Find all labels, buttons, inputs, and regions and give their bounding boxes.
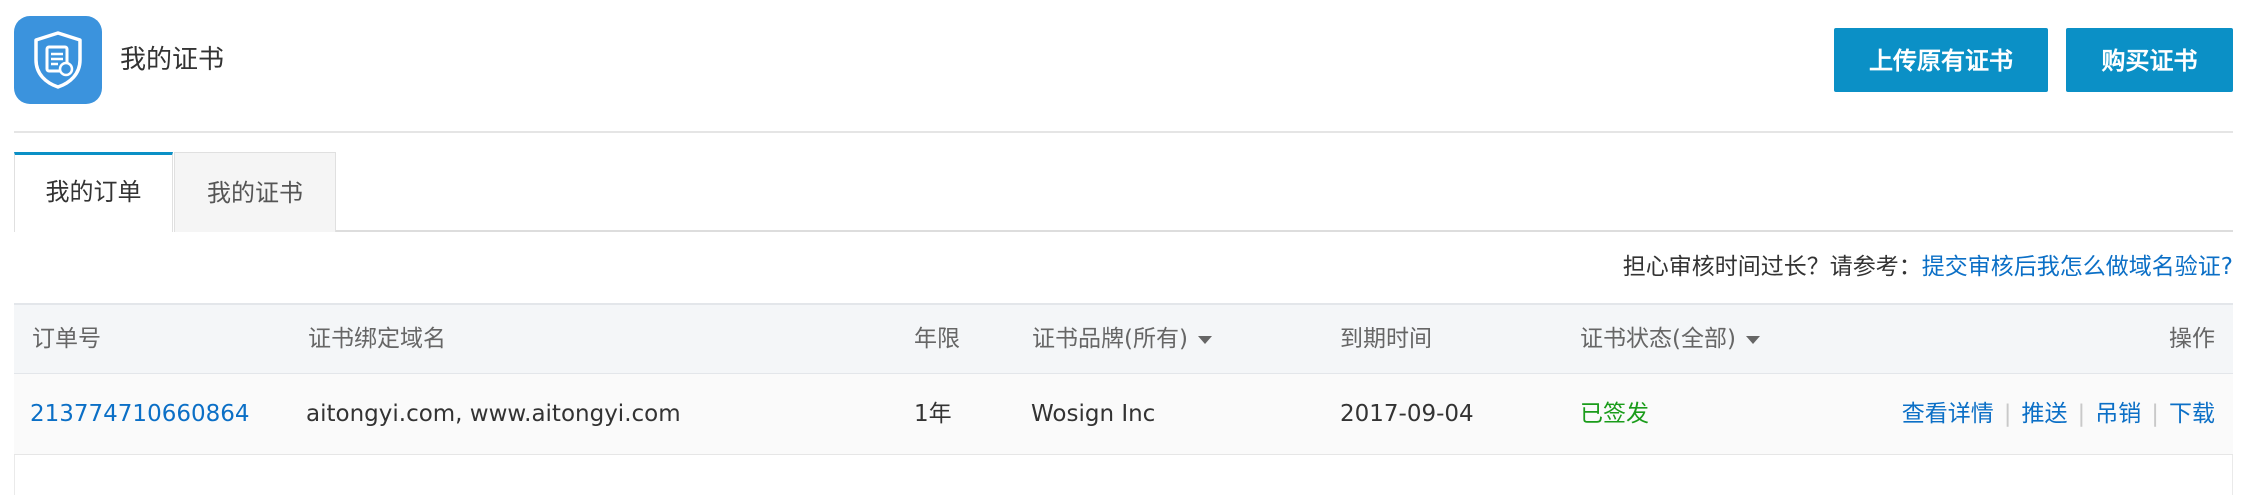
bound-domain: aitongyi.com, www.aitongyi.com [306,401,681,427]
help-question: 担心审核时间过长？请参考： [1622,254,1922,280]
table-row: 213774710660864 aitongyi.com, www.aitong… [14,374,2233,455]
status-badge: 已签发 [1580,401,1649,427]
column-brand-label: 证书品牌(所有) [1032,326,1188,352]
caret-down-icon [1745,335,1760,344]
column-domain: 证书绑定域名 [308,326,446,352]
column-order-no: 订单号 [32,326,101,352]
tab-divider [336,230,2233,232]
action-separator: | [2003,401,2012,427]
page-title: 我的证书 [120,45,225,75]
view-details-link[interactable]: 查看详情 [1902,401,1994,427]
action-separator: | [2077,401,2086,427]
column-status-filter[interactable]: 证书状态(全部) [1580,305,1760,373]
expiry-date: 2017-09-04 [1340,401,1474,427]
orders-table: 订单号 证书绑定域名 年限 证书品牌(所有) 到期时间 证书状态(全部) 操作 … [14,303,2233,495]
domain-verification-help-link[interactable]: 提交审核后我怎么做域名验证? [1922,254,2233,280]
action-separator: | [2151,401,2159,427]
download-link[interactable]: 下载 [2169,401,2215,427]
table-header: 订单号 证书绑定域名 年限 证书品牌(所有) 到期时间 证书状态(全部) 操作 [14,303,2233,374]
buy-certificate-button[interactable]: 购买证书 [2066,28,2233,92]
column-status-label: 证书状态(全部) [1580,326,1736,352]
help-line: 担心审核时间过长？请参考：提交审核后我怎么做域名验证? [1623,252,2233,282]
caret-down-icon [1197,335,1212,344]
column-ops: 操作 [2169,326,2215,352]
brand: Wosign Inc [1031,401,1156,427]
upload-certificate-button[interactable]: 上传原有证书 [1834,28,2048,92]
table-empty-area [14,455,2233,495]
page-header: 我的证书 上传原有证书 购买证书 [14,16,2233,110]
header-divider [14,131,2233,133]
column-expiry: 到期时间 [1340,326,1432,352]
term: 1年 [914,401,952,427]
column-brand-filter[interactable]: 证书品牌(所有) [1032,305,1212,373]
order-number-link[interactable]: 213774710660864 [30,374,250,454]
push-link[interactable]: 推送 [2022,401,2068,427]
row-actions: 查看详情 | 推送 | 吊销 | 下载 [1902,374,2215,454]
tab-my-certificates[interactable]: 我的证书 [174,152,336,232]
tab-my-orders[interactable]: 我的订单 [14,152,173,232]
revoke-link[interactable]: 吊销 [2095,401,2141,427]
certificate-shield-icon [14,16,102,104]
column-term: 年限 [914,326,960,352]
